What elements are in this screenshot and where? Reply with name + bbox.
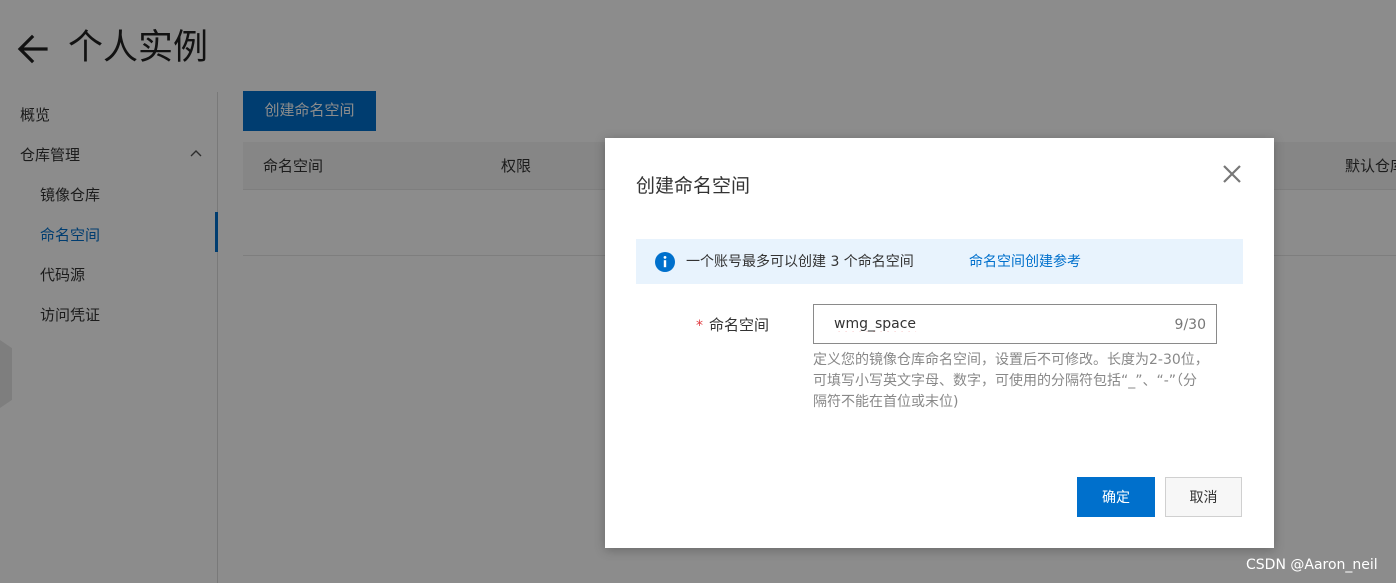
close-icon [1223,165,1241,183]
namespace-input-wrapper[interactable]: 9/30 [813,304,1217,344]
namespace-reference-link[interactable]: 命名空间创建参考 [969,252,1081,272]
namespace-field-label: 命名空间 [709,316,770,334]
namespace-help-text: 定义您的镜像仓库命名空间，设置后不可修改。长度为2-30位，可填写小写英文字母、… [813,352,1209,410]
namespace-input[interactable] [834,314,1134,334]
dialog-title: 创建命名空间 [636,175,751,197]
close-button[interactable] [1219,161,1245,187]
char-counter: 9/30 [1174,317,1206,333]
confirm-button[interactable]: 确定 [1077,477,1155,517]
create-namespace-dialog: 创建命名空间 一个账号最多可以创建 3 个命名空间 命名空间创建参考 * 命名空… [605,138,1274,548]
required-mark: * [696,318,703,334]
info-icon [655,252,675,272]
watermark: CSDN @Aaron_neil [1246,557,1378,573]
notice-banner: 一个账号最多可以创建 3 个命名空间 命名空间创建参考 [636,239,1243,284]
cancel-button[interactable]: 取消 [1165,477,1242,517]
notice-text: 一个账号最多可以创建 3 个命名空间 [686,254,914,270]
